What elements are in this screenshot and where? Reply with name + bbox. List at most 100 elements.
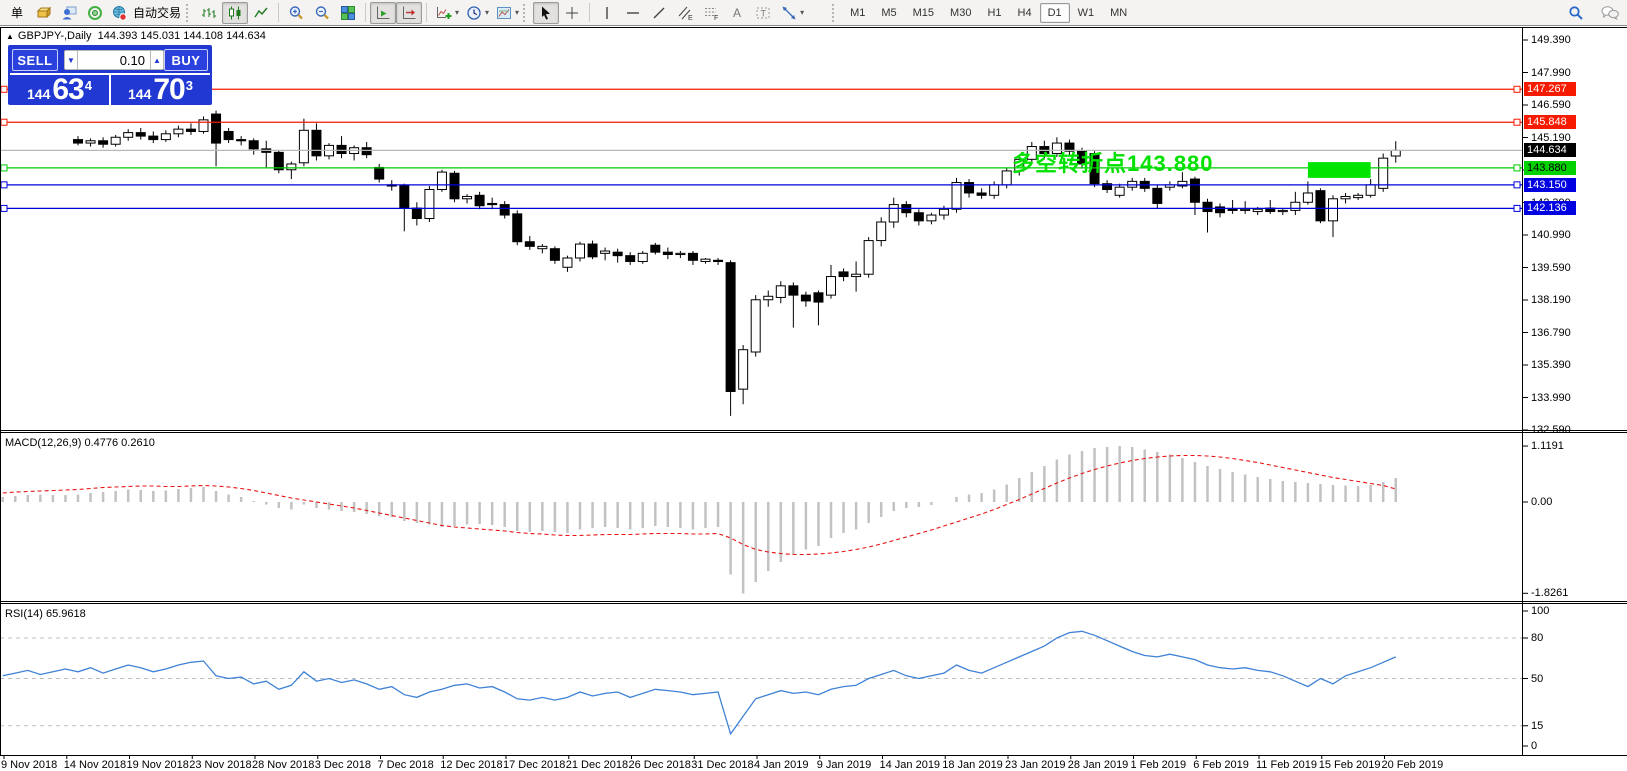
fibonacci-tool-button[interactable]: F bbox=[698, 2, 724, 24]
timeframe-button-W1[interactable]: W1 bbox=[1070, 3, 1103, 23]
templates-dropdown-arrow[interactable]: ▾ bbox=[515, 8, 519, 17]
toolbar-grip[interactable] bbox=[523, 4, 529, 22]
zoom-out-button[interactable] bbox=[309, 2, 335, 24]
toolbar-grip[interactable] bbox=[186, 4, 192, 22]
line-chart-mode-button[interactable] bbox=[248, 2, 274, 24]
arrows-dropdown-arrow[interactable]: ▾ bbox=[800, 8, 804, 17]
date-label: 1 Feb 2019 bbox=[1131, 759, 1187, 771]
label-tool-button[interactable]: T bbox=[750, 2, 776, 24]
vertical-line-tool-button[interactable] bbox=[594, 2, 620, 24]
trade-terminal-button[interactable] bbox=[56, 2, 82, 24]
bar-chart-mode-button[interactable] bbox=[196, 2, 222, 24]
new-order-label: 单 bbox=[8, 4, 26, 21]
candle-bearish bbox=[550, 249, 559, 261]
tile-windows-button[interactable] bbox=[335, 2, 361, 24]
channel-tool-button[interactable]: E bbox=[672, 2, 698, 24]
auto-scroll-button[interactable] bbox=[370, 2, 396, 24]
cursor-arrow-icon bbox=[538, 5, 554, 21]
timeframe-button-MN[interactable]: MN bbox=[1102, 3, 1135, 23]
date-label: 7 Dec 2018 bbox=[378, 759, 434, 771]
candle-bearish bbox=[500, 205, 509, 215]
timeframe-button-M15[interactable]: M15 bbox=[905, 3, 942, 23]
trendline-tool-button[interactable] bbox=[646, 2, 672, 24]
date-label: 26 Dec 2018 bbox=[629, 759, 691, 771]
zoom-in-button[interactable] bbox=[283, 2, 309, 24]
date-label: 23 Jan 2019 bbox=[1005, 759, 1066, 771]
rsi-line bbox=[3, 631, 1396, 734]
indicators-icon bbox=[436, 5, 452, 21]
timeframe-button-M1[interactable]: M1 bbox=[842, 3, 873, 23]
candle-bearish bbox=[789, 286, 798, 295]
sell-button[interactable]: SELL bbox=[12, 49, 58, 71]
ohlc-values: 144.393 145.031 144.108 144.634 bbox=[98, 30, 266, 42]
date-label: 31 Dec 2018 bbox=[691, 759, 753, 771]
candle-bearish bbox=[337, 145, 346, 153]
periods-dropdown-arrow[interactable]: ▾ bbox=[485, 8, 489, 17]
chart-shift-button[interactable] bbox=[396, 2, 422, 24]
candle-bullish bbox=[111, 137, 120, 144]
timeframe-button-M30[interactable]: M30 bbox=[942, 3, 979, 23]
price-tick-label: 149.390 bbox=[1531, 34, 1571, 46]
line-left-marker bbox=[1, 182, 7, 188]
trading-app: 单 自动交易 bbox=[0, 0, 1627, 771]
line-right-marker bbox=[1514, 86, 1520, 92]
chart-canvas[interactable] bbox=[0, 27, 1627, 771]
timeframe-button-H4[interactable]: H4 bbox=[1010, 3, 1040, 23]
templates-button[interactable] bbox=[491, 2, 517, 24]
timeframe-button-M5[interactable]: M5 bbox=[873, 3, 904, 23]
candle-bearish bbox=[362, 148, 371, 155]
rsi-tick-label: 15 bbox=[1531, 720, 1543, 732]
timeframe-button-D1[interactable]: D1 bbox=[1040, 3, 1070, 23]
chart-window[interactable]: ▲ GBPJPY-,Daily 144.393 145.031 144.108 1… bbox=[0, 27, 1627, 771]
volume-increase-button[interactable]: ▲ bbox=[150, 50, 164, 70]
autotrade-button[interactable] bbox=[108, 2, 130, 24]
candle-bullish bbox=[425, 190, 434, 219]
market-watch-icon[interactable] bbox=[30, 2, 56, 24]
candle-bearish bbox=[726, 263, 735, 392]
arrows-tool-button[interactable] bbox=[776, 2, 802, 24]
candle-bearish bbox=[525, 242, 534, 247]
price-tick-label: 133.990 bbox=[1531, 392, 1571, 404]
candle-bearish bbox=[977, 193, 986, 195]
crosshair-tool-button[interactable] bbox=[559, 2, 585, 24]
candle-bullish bbox=[174, 129, 183, 134]
rsi-tick-label: 50 bbox=[1531, 673, 1543, 685]
candle-bearish bbox=[613, 252, 622, 255]
buy-price-base: 144 bbox=[128, 86, 151, 102]
collapse-icon[interactable]: ▲ bbox=[6, 32, 14, 41]
indicators-dropdown-arrow[interactable]: ▾ bbox=[455, 8, 459, 17]
trade-panel-prices: 144 63 4 144 70 3 bbox=[10, 73, 210, 105]
sell-price-big: 63 bbox=[52, 76, 83, 104]
horizontal-line-tool-button[interactable] bbox=[620, 2, 646, 24]
line-left-marker bbox=[1, 86, 7, 92]
cursor-tool-button[interactable] bbox=[533, 2, 559, 24]
search-button[interactable] bbox=[1563, 2, 1589, 24]
macd-indicator-label: MACD(12,26,9) 0.4776 0.2610 bbox=[5, 437, 155, 449]
buy-price-display[interactable]: 144 70 3 bbox=[111, 75, 210, 105]
price-tick-label: 136.790 bbox=[1531, 327, 1571, 339]
strategy-tester-button[interactable] bbox=[82, 2, 108, 24]
timeframe-button-H1[interactable]: H1 bbox=[979, 3, 1009, 23]
date-label: 21 Dec 2018 bbox=[566, 759, 628, 771]
volume-input[interactable]: 0.10 bbox=[78, 50, 150, 70]
date-label: 23 Nov 2018 bbox=[189, 759, 251, 771]
volume-decrease-button[interactable]: ▼ bbox=[64, 50, 78, 70]
autotrade-label[interactable]: 自动交易 bbox=[130, 4, 184, 21]
sell-price-display[interactable]: 144 63 4 bbox=[10, 75, 111, 105]
indicators-button[interactable] bbox=[431, 2, 457, 24]
candle-bearish bbox=[249, 141, 258, 149]
text-tool-button[interactable]: A bbox=[724, 2, 750, 24]
candle-bullish bbox=[437, 172, 446, 189]
buy-button[interactable]: BUY bbox=[164, 49, 208, 71]
periods-button[interactable] bbox=[461, 2, 487, 24]
candle-bullish bbox=[1379, 158, 1388, 188]
candle-bearish bbox=[488, 203, 497, 204]
symbol-period-label: GBPJPY-,Daily bbox=[18, 30, 92, 42]
date-label: 4 Jan 2019 bbox=[754, 759, 808, 771]
sell-price-sup: 4 bbox=[85, 78, 92, 93]
svg-text:A: A bbox=[733, 6, 741, 20]
candle-chart-mode-button[interactable] bbox=[222, 2, 248, 24]
new-order-button[interactable]: 单 bbox=[4, 2, 30, 24]
toolbar-grip[interactable] bbox=[832, 4, 838, 22]
chat-button[interactable] bbox=[1597, 2, 1623, 24]
